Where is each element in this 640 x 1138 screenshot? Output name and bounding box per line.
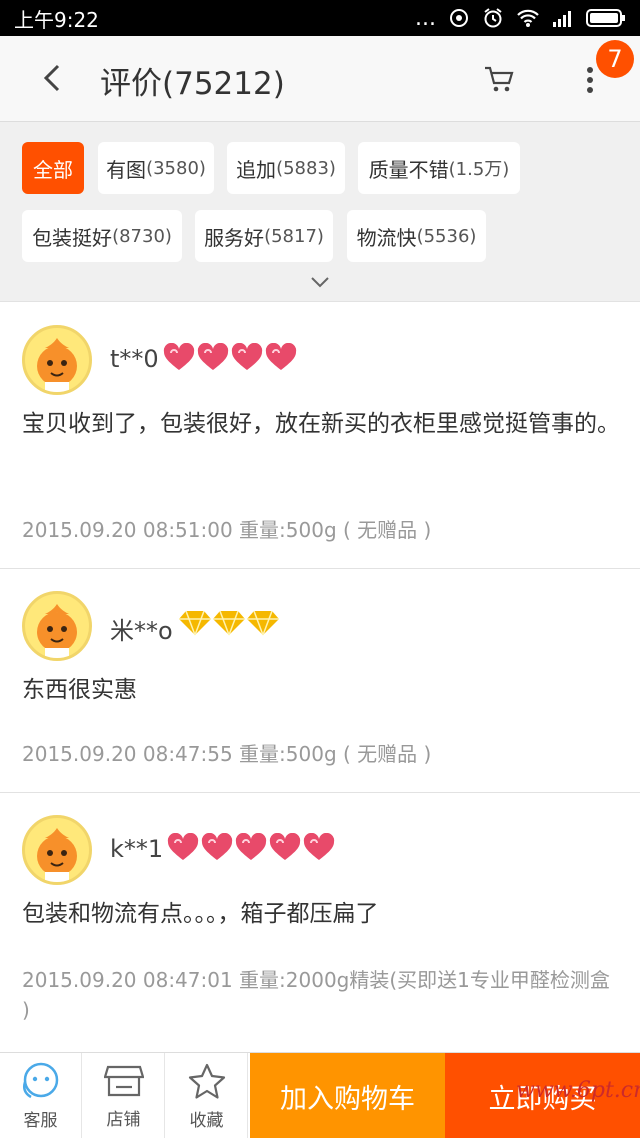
filter-label: 追加 xyxy=(236,157,277,182)
review-meta: 2015.09.20 08:47:55 重量:500g ( 无赠品 ) xyxy=(22,742,432,766)
avatar[interactable] xyxy=(22,815,92,885)
filter-count: (5817) xyxy=(264,225,324,247)
watermark: www.6pt.cn xyxy=(516,1078,640,1103)
status-bar: 上午9:22 ... xyxy=(0,0,640,36)
heart-icon xyxy=(265,343,297,370)
alarm-icon xyxy=(482,7,504,29)
wifi-icon xyxy=(516,8,540,28)
avatar[interactable] xyxy=(22,591,92,661)
filter-chip-with-images[interactable]: 有图 (3580) xyxy=(98,142,214,194)
reviewer-name: t**0 xyxy=(110,345,159,373)
filter-chip-good-quality[interactable]: 质量不错 (1.5万) xyxy=(358,142,520,194)
filter-label: 质量不错 xyxy=(368,157,449,182)
service-button[interactable]: 客服 xyxy=(0,1053,82,1138)
filter-count: (1.5万) xyxy=(448,159,510,180)
top-nav-bar: 评价(75212) 7 xyxy=(0,36,640,122)
filter-count: (5883) xyxy=(276,157,336,179)
filter-chip-good-packaging[interactable]: 包装挺好 (8730) xyxy=(22,210,182,262)
filter-chip-good-service[interactable]: 服务好 (5817) xyxy=(195,210,333,262)
diamond-icon xyxy=(179,610,211,636)
filter-chip-fast-shipping[interactable]: 物流快 (5536) xyxy=(347,210,486,262)
store-label: 店铺 xyxy=(106,1109,141,1130)
heart-icon xyxy=(197,343,229,370)
store-button[interactable]: 店铺 xyxy=(83,1053,165,1138)
back-button[interactable] xyxy=(30,56,74,100)
review-filters: 全部 有图 (3580) 追加 (5883) 质量不错 (1.5万) 包装挺好 (873… xyxy=(0,122,640,302)
review-item: t**0 宝贝收到了，包装很好，放在新买的衣柜里感觉挺管事的。 2015.09.… xyxy=(0,303,640,569)
filter-label: 服务好 xyxy=(204,225,265,250)
reviewer-name: k**1 xyxy=(110,835,164,863)
store-icon xyxy=(103,1065,144,1096)
filter-count: (8730) xyxy=(112,225,172,247)
review-text: 东西很实惠 xyxy=(22,677,137,703)
battery-icon xyxy=(586,8,626,28)
status-time: 上午9:22 xyxy=(14,7,99,32)
add-to-cart-button[interactable]: 加入购物车 xyxy=(250,1053,445,1138)
signal-icon xyxy=(552,9,574,27)
buyer-rank-diamonds xyxy=(178,609,280,637)
buyer-rank-hearts xyxy=(162,343,298,373)
review-item: 米**o 东西很实惠 2015.09.20 08:47:55 重量:500g (… xyxy=(0,569,640,793)
more-vertical-icon xyxy=(587,67,593,93)
heart-icon xyxy=(201,833,233,860)
buyer-rank-hearts xyxy=(166,833,336,863)
heart-icon xyxy=(235,833,267,860)
review-text: 宝贝收到了，包装很好，放在新买的衣柜里感觉挺管事的。 xyxy=(22,411,620,437)
status-icons: ... xyxy=(415,6,626,31)
heart-icon xyxy=(163,343,195,370)
heart-icon xyxy=(231,343,263,370)
filter-label: 有图 xyxy=(106,157,147,182)
favorite-label: 收藏 xyxy=(189,1110,224,1131)
review-text: 包装和物流有点。。。，箱子都压扁了 xyxy=(22,901,379,927)
page-title: 评价(75212) xyxy=(100,66,285,102)
filter-chip-all[interactable]: 全部 xyxy=(22,142,84,194)
review-meta: 2015.09.20 08:51:00 重量:500g ( 无赠品 ) xyxy=(22,518,432,542)
filter-label: 物流快 xyxy=(356,225,417,250)
heart-icon xyxy=(269,833,301,860)
reviewer-name: 米**o xyxy=(110,617,173,645)
filter-label: 全部 xyxy=(33,157,73,182)
mascot-avatar-icon xyxy=(37,338,77,392)
chevron-down-icon[interactable] xyxy=(308,272,332,292)
more-dots-indicator: ... xyxy=(415,5,436,31)
notification-badge: 7 xyxy=(596,40,634,78)
mascot-avatar-icon xyxy=(37,828,77,882)
chevron-left-icon xyxy=(43,64,60,92)
diamond-icon xyxy=(247,610,279,636)
avatar[interactable] xyxy=(22,325,92,395)
star-icon xyxy=(188,1063,225,1099)
filter-chip-followup[interactable]: 追加 (5883) xyxy=(227,142,345,194)
filter-count: (5536) xyxy=(416,225,477,247)
heart-icon xyxy=(167,833,199,860)
cart-icon xyxy=(485,66,514,92)
review-item: k**1 包装和物流有点。。。，箱子都压扁了 2015.09.20 08:47:… xyxy=(0,793,640,1052)
service-label: 客服 xyxy=(23,1110,58,1131)
heart-icon xyxy=(303,833,335,860)
favorite-button[interactable]: 收藏 xyxy=(166,1053,248,1138)
diamond-icon xyxy=(213,610,245,636)
customer-service-icon xyxy=(22,1062,58,1098)
cart-button[interactable] xyxy=(478,58,520,100)
review-meta: 2015.09.20 08:47:01 重量:2000g精装(买即送1专业甲醛检… xyxy=(22,968,610,1022)
mascot-avatar-icon xyxy=(37,604,77,658)
filter-label: 包装挺好 xyxy=(32,225,113,250)
sync-icon xyxy=(448,7,470,29)
filter-count: (3580) xyxy=(146,157,206,179)
